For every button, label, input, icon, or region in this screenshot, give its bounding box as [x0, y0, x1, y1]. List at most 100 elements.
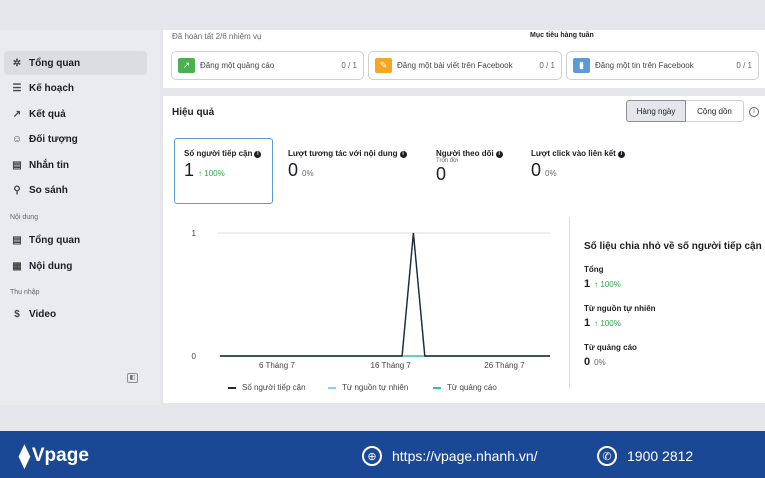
legend-label: Từ nguồn tự nhiên [342, 383, 409, 392]
sidebar-item-label: Nhắn tin [29, 159, 69, 171]
legend-organic: Từ nguồn tự nhiên [328, 383, 408, 392]
sidebar-item-label: Video [29, 308, 57, 320]
globe-icon: ⊕ [362, 446, 382, 466]
performance-title: Hiệu quả [172, 107, 215, 118]
footer-banner: ⧫ Vpage ⊕ https://vpage.nhanh.vn/ ✆ 1900… [0, 431, 765, 478]
legend-swatch [433, 386, 441, 389]
task-card-ad[interactable]: ↗ Đăng một quảng cáo 0 / 1 [171, 51, 364, 80]
x-tick-label: 16 Tháng 7 [371, 361, 412, 370]
sidebar-item-content[interactable]: ▦ Nội dung [4, 254, 147, 278]
info-dot-icon: i [254, 151, 262, 158]
period-toggle: Hàng ngày Cộng dồn [626, 100, 744, 122]
info-icon[interactable]: i [749, 107, 759, 117]
sidebar-item-video[interactable]: $ Video [4, 302, 147, 326]
info-dot-icon: i [399, 151, 407, 158]
website-url: https://vpage.nhanh.vn/ [392, 448, 538, 464]
breakdown-title: Số liệu chia nhỏ về số người tiếp cận [584, 241, 762, 252]
task-card-story[interactable]: ▮ Đăng một tin trên Facebook 0 / 1 [566, 51, 759, 80]
messages-icon: ▤ [12, 159, 22, 171]
compare-icon: ⚲ [13, 184, 21, 196]
task-label: Đăng một quảng cáo [200, 61, 275, 70]
phone-icon: ✆ [597, 446, 617, 466]
tasks-panel: Đã hoàn tất 2/6 nhiệm vụ Mục tiêu hàng t… [163, 30, 765, 88]
sidebar-item-label: Tổng quan [29, 57, 81, 69]
breakdown-label-organic: Từ nguồn tự nhiên [584, 304, 656, 313]
audience-icon: ☺ [11, 133, 23, 145]
brand-name: Vpage [31, 445, 89, 466]
metric-label: Người theo dõi i [436, 149, 503, 158]
video-income-icon: $ [14, 308, 20, 320]
vpage-logo-icon: ⧫ [19, 443, 30, 468]
sidebar-item-label: Kế hoạch [29, 82, 75, 94]
sidebar-item-label: Tổng quan [29, 234, 81, 246]
weekly-goal-label: Mục tiêu hàng tuần [530, 32, 594, 39]
results-icon: ↗ [12, 108, 22, 120]
legend-ads: Từ quảng cáo [433, 383, 497, 392]
legend-label: Từ quảng cáo [447, 383, 497, 392]
income-section-heading: Thu nhập [10, 289, 40, 296]
task-label: Đăng một bài viết trên Facebook [397, 61, 513, 70]
metric-change: ↑ 100% [198, 169, 225, 178]
task-count: 0 / 1 [539, 61, 555, 70]
x-tick-label: 6 Tháng 7 [259, 361, 295, 370]
collapse-sidebar-icon[interactable]: ◧ [127, 373, 138, 383]
task-count: 0 / 1 [736, 61, 752, 70]
x-tick-label: 26 Tháng 7 [484, 361, 525, 370]
metric-engagement[interactable]: Lượt tương tác với nội dung i 0 0% [288, 138, 407, 181]
phone-number: 1900 2812 [627, 448, 694, 464]
metric-value: 0 [436, 164, 447, 184]
metric-change: 0% [545, 169, 557, 178]
ad-trend-icon: ↗ [178, 58, 195, 73]
sidebar-item-label: Nội dung [29, 260, 73, 272]
legend-reach: Số người tiếp cận [228, 383, 306, 392]
content-section-heading: Nội dung [10, 214, 39, 221]
task-card-post[interactable]: ✎ Đăng một bài viết trên Facebook 0 / 1 [368, 51, 562, 80]
sidebar-item-audience[interactable]: ☺ Đối tượng [4, 127, 147, 151]
sidebar-item-compare[interactable]: ⚲ So sánh [4, 178, 147, 202]
info-dot-icon: i [617, 151, 625, 158]
content-table-icon: ▦ [12, 260, 22, 272]
metric-value: 0 [288, 160, 299, 180]
legend-swatch [228, 386, 236, 389]
brand-logo[interactable]: ⧫ Vpage [19, 443, 89, 469]
overview-icon: ✲ [12, 57, 22, 69]
cumulative-toggle-button[interactable]: Cộng dồn [686, 100, 744, 122]
metric-label: Lượt click vào liên kết i [531, 149, 625, 158]
sidebar: ✲ Tổng quan ☰ Kế hoạch ↗ Kết quả ☺ Đối t… [0, 30, 160, 405]
plan-icon: ☰ [12, 82, 22, 94]
info-dot-icon: i [495, 151, 503, 158]
post-pencil-icon: ✎ [375, 58, 392, 73]
metric-label: Lượt tương tác với nội dung i [288, 149, 407, 158]
sidebar-item-label: Đối tượng [29, 133, 78, 145]
metric-value: 0 [531, 160, 542, 180]
breakdown-label-total: Tổng [584, 265, 604, 274]
metric-link-clicks[interactable]: Lượt click vào liên kết i 0 0% [531, 138, 625, 181]
breakdown-value-ads: 0 0% [584, 356, 606, 368]
sidebar-item-plan[interactable]: ☰ Kế hoạch [4, 76, 147, 100]
sidebar-item-content-overview[interactable]: ▤ Tổng quan [4, 228, 147, 252]
sidebar-item-overview[interactable]: ✲ Tổng quan [4, 51, 147, 75]
breakdown-label-ads: Từ quảng cáo [584, 343, 637, 352]
metric-followers[interactable]: Người theo dõi i Trọn đời 0 [436, 138, 503, 185]
content-overview-icon: ▤ [12, 234, 22, 246]
metric-reach[interactable]: Số người tiếp cận i 1 ↑ 100% [174, 138, 273, 204]
series-line [220, 232, 550, 357]
metric-value: 1 [184, 160, 195, 180]
phone-link[interactable]: ✆ 1900 2812 [597, 446, 693, 466]
sidebar-item-results[interactable]: ↗ Kết quả [4, 102, 147, 126]
metric-change: 0% [302, 169, 314, 178]
website-link[interactable]: ⊕ https://vpage.nhanh.vn/ [362, 446, 538, 466]
performance-panel: Hiệu quả Hàng ngày Cộng dồn i Số người t… [163, 96, 765, 403]
sidebar-item-label: So sánh [29, 184, 68, 196]
metric-label: Số người tiếp cận i [184, 149, 272, 158]
task-progress: Đã hoàn tất 2/6 nhiệm vụ [172, 32, 262, 41]
sidebar-item-messages[interactable]: ▤ Nhắn tin [4, 153, 147, 177]
y-tick-label: 1 [192, 229, 197, 238]
breakdown-value-total: 1 ↑ 100% [584, 278, 621, 290]
daily-toggle-button[interactable]: Hàng ngày [626, 100, 686, 122]
sidebar-item-label: Kết quả [29, 108, 66, 120]
y-tick-label: 0 [192, 352, 197, 361]
panel-divider [569, 217, 570, 389]
story-book-icon: ▮ [573, 58, 590, 73]
task-label: Đăng một tin trên Facebook [595, 61, 694, 70]
